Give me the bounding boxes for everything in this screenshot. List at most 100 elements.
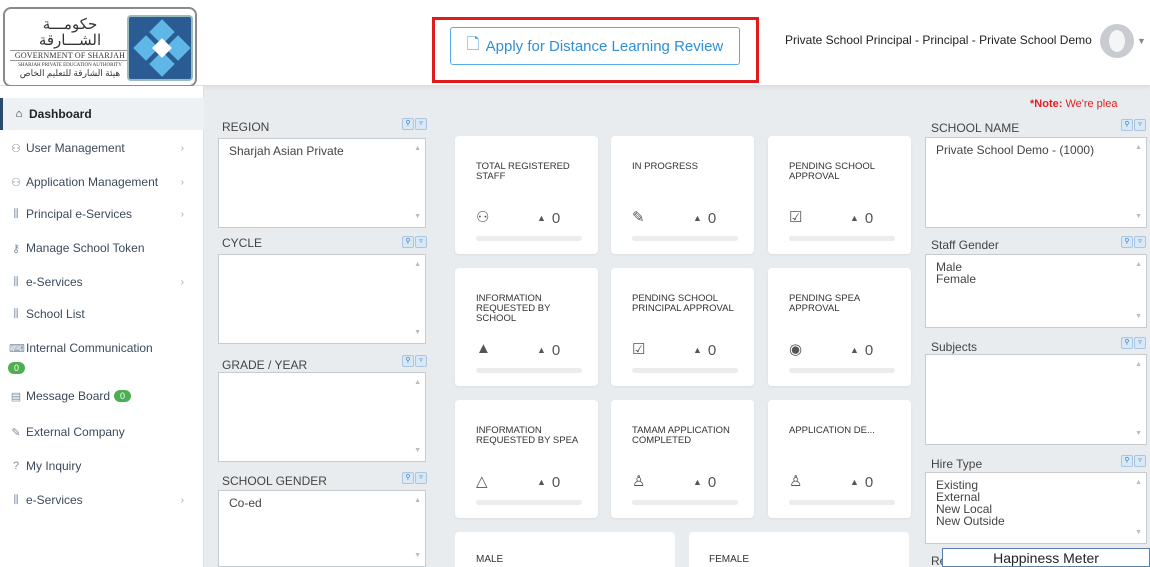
sidebar-item-label: Internal Communication [26,341,153,355]
stat-card[interactable]: APPLICATION DE... ♙ ▲ 0 [768,400,911,518]
scroll-up-icon[interactable]: ▲ [414,495,421,507]
search-icon[interactable]: ⚲ [1121,337,1133,349]
scroll-up-icon[interactable]: ▲ [414,259,421,271]
subjects-select[interactable]: ▲ ▼ [925,354,1147,445]
trend-up-icon: ▲ [693,213,702,223]
gender-filter-tools: ⚲ ▿ [402,472,427,484]
trend-up-icon: ▲ [693,477,702,487]
school-gender-select[interactable]: Co-ed ▲ ▼ [218,490,426,567]
stat-card-progress-bar [476,368,582,373]
users-icon: ⚇ [11,142,21,155]
sidebar-item[interactable]: ⫼ e-Services › [0,266,204,298]
edit-icon: ✎ [632,209,645,226]
stat-card-value: 0 [864,342,874,359]
note-text: *Note: We're plea [1030,98,1150,110]
sidebar-item[interactable]: ⚷ Manage School Token [0,232,204,264]
sidebar-item[interactable]: ⫼ e-Services › [0,484,204,516]
sidebar-item-label: Message Board [26,389,111,403]
chevron-right-icon: › [180,276,184,288]
hire-type-select[interactable]: Existing External New Local New Outside … [925,472,1147,544]
cycle-select[interactable]: ▲ ▼ [218,254,426,344]
scroll-down-icon[interactable]: ▼ [1135,211,1142,223]
filter-icon[interactable]: ▿ [415,236,427,248]
stat-card-progress-bar [476,500,582,505]
scroll-up-icon[interactable]: ▲ [1135,477,1142,489]
filter-icon[interactable]: ▿ [1134,337,1146,349]
happiness-meter-button[interactable]: Happiness Meter [942,548,1150,567]
sidebar-item[interactable]: ? My Inquiry [0,450,204,482]
scroll-down-icon[interactable]: ▼ [1135,311,1142,323]
stat-card[interactable]: INFORMATION REQUESTED BY SCHOOL ▲ ▲ 0 [455,268,598,386]
scroll-down-icon[interactable]: ▼ [414,445,421,457]
school-filter-tools: ⚲ ▿ [1121,119,1146,131]
search-icon[interactable]: ⚲ [402,118,414,130]
avatar[interactable] [1100,24,1134,58]
school-option[interactable]: Private School Demo - (1000) [936,144,1138,156]
sidebar-item[interactable]: ⌂ Dashboard [0,98,204,130]
sidebar-item[interactable]: ✎ External Company [0,416,204,448]
search-icon[interactable]: ⚲ [1121,236,1133,248]
scroll-down-icon[interactable]: ▼ [414,211,421,223]
stat-card[interactable]: INFORMATION REQUESTED BY SPEA △ ▲ 0 [455,400,598,518]
sidebar-item[interactable]: ⫼ Principal e-Services › [0,198,204,230]
scroll-up-icon[interactable]: ▲ [414,143,421,155]
filter-icon[interactable]: ▿ [415,355,427,367]
stat-card-count: ▲ 0 [693,474,716,491]
logo-arabic-subtitle: هيئة الشارقة للتعليم الخاص [19,68,121,78]
stat-card-count: ▲ 0 [537,210,560,227]
stat-card[interactable]: TOTAL REGISTERED STAFF ⚇ ▲ 0 [455,136,598,254]
scroll-up-icon[interactable]: ▲ [1135,142,1142,154]
hire-option[interactable]: New Outside [936,515,1138,527]
note-strong: *Note: [1030,98,1063,110]
search-icon[interactable]: ⚲ [1121,119,1133,131]
user-role-label[interactable]: Private School Principal - Principal - P… [785,33,1092,47]
scroll-down-icon[interactable]: ▼ [414,550,421,562]
stat-card-title: APPLICATION DE... [789,425,875,436]
staff-gender-filter-tools: ⚲ ▿ [1121,236,1146,248]
search-icon[interactable]: ⚲ [402,472,414,484]
scroll-down-icon[interactable]: ▼ [1135,428,1142,440]
staff-gender-option[interactable]: Female [936,273,1138,285]
stat-card[interactable]: PENDING SCHOOL PRINCIPAL APPROVAL ☑ ▲ 0 [611,268,754,386]
filter-icon[interactable]: ▿ [415,118,427,130]
search-icon[interactable]: ⚲ [402,355,414,367]
sharjah-logo[interactable]: حكومـــة الشـــارقة GOVERNMENT OF SHARJA… [3,7,197,87]
grade-select[interactable]: ▲ ▼ [218,372,426,462]
scroll-down-icon[interactable]: ▼ [414,327,421,339]
sidebar-item[interactable]: ⚇ User Management › [0,132,204,164]
filter-icon[interactable]: ▿ [1134,119,1146,131]
library-icon: ⫼ [13,275,19,288]
sidebar-item[interactable]: ⫼ School List [0,298,204,330]
chevron-down-icon[interactable]: ▼ [1137,36,1146,46]
stat-card[interactable]: TAMAM APPLICATION COMPLETED ♙ ▲ 0 [611,400,754,518]
school-name-select[interactable]: Private School Demo - (1000) ▲ ▼ [925,137,1147,228]
scroll-down-icon[interactable]: ▼ [1135,527,1142,539]
stat-card-progress-bar [632,368,738,373]
filter-icon[interactable]: ▿ [1134,236,1146,248]
search-icon[interactable]: ⚲ [1121,455,1133,467]
region-select[interactable]: Sharjah Asian Private ▲ ▼ [218,138,426,228]
stat-card[interactable]: PENDING SPEA APPROVAL ◉ ▲ 0 [768,268,911,386]
scroll-up-icon[interactable]: ▲ [1135,359,1142,371]
sidebar-item[interactable]: ⚇ Application Management › [0,166,204,198]
school-gender-label: SCHOOL GENDER [222,474,327,488]
trend-up-icon: ▲ [850,477,859,487]
filter-icon[interactable]: ▿ [415,472,427,484]
stat-card[interactable]: PENDING SCHOOL APPROVAL ☑ ▲ 0 [768,136,911,254]
filter-icon[interactable]: ▿ [1134,455,1146,467]
staff-gender-select[interactable]: Male Female ▲ ▼ [925,254,1147,328]
gender-option[interactable]: Co-ed [229,497,417,509]
region-option[interactable]: Sharjah Asian Private [229,145,417,157]
stat-card[interactable]: IN PROGRESS ✎ ▲ 0 [611,136,754,254]
logo-text: حكومـــة الشـــارقة GOVERNMENT OF SHARJA… [10,17,130,79]
scroll-up-icon[interactable]: ▲ [1135,259,1142,271]
apply-button-label: Apply for Distance Learning Review [485,37,724,55]
male-card: MALE [455,532,675,567]
stat-card-count: ▲ 0 [537,474,560,491]
sidebar-item[interactable]: ▤ Message Board 0 [0,380,204,412]
sidebar-item[interactable]: ⌨ Internal Communication [0,332,204,364]
search-icon[interactable]: ⚲ [402,236,414,248]
scroll-up-icon[interactable]: ▲ [414,377,421,389]
apply-distance-learning-button[interactable]: 🗋 Apply for Distance Learning Review [450,27,740,65]
stat-card-count: ▲ 0 [693,210,716,227]
